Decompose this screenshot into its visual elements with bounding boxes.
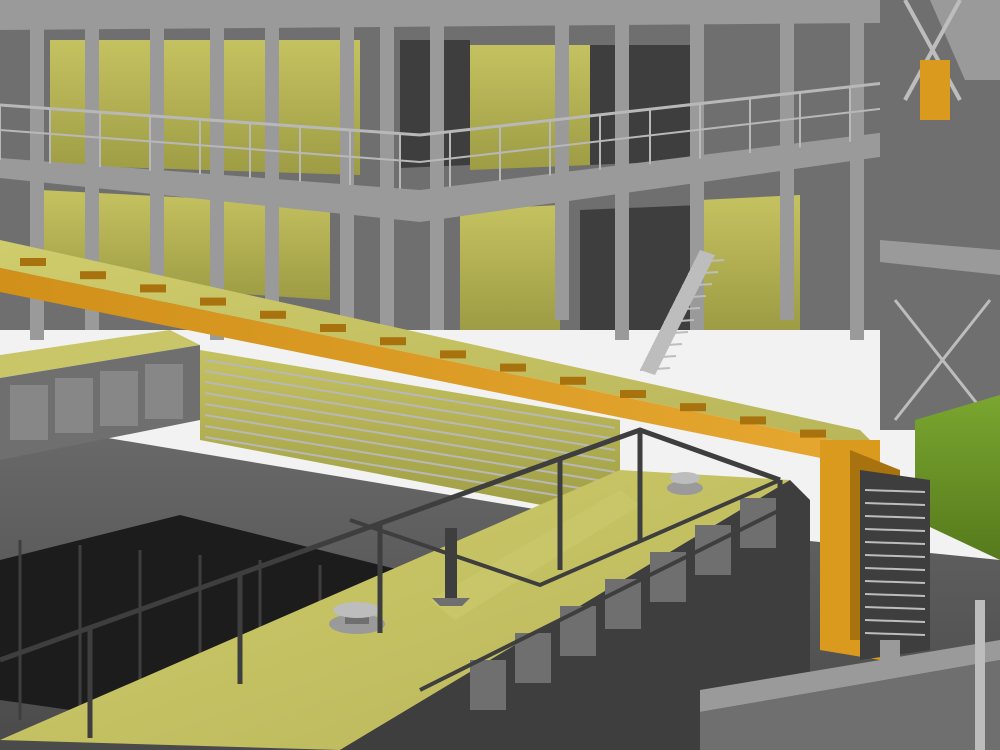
left-box-panel — [100, 371, 138, 426]
conveyor-tooth — [740, 416, 766, 425]
cap-right-top — [670, 472, 700, 484]
structure-column — [265, 20, 279, 330]
structure-column — [340, 20, 354, 320]
structure-column — [850, 20, 864, 340]
conveyor-tooth — [140, 284, 166, 293]
conveyor-tooth — [20, 258, 46, 266]
conveyor-tooth — [560, 376, 586, 385]
right-tower — [880, 0, 1000, 430]
yellow-wall-panel-lower-mid — [460, 205, 560, 330]
conveyor-tooth — [440, 350, 466, 359]
conveyor-tooth — [680, 403, 706, 412]
right-tower-orange-panel — [920, 60, 950, 120]
conveyor-tooth — [200, 297, 226, 306]
foreground-side-panel — [560, 606, 596, 656]
right-machine — [860, 470, 930, 665]
spout-pipe — [445, 528, 457, 598]
cap-left-top — [333, 602, 381, 618]
structure-column — [615, 20, 629, 340]
left-box-panel — [10, 385, 48, 440]
yellow-wall-panel-upper-mid — [470, 45, 590, 170]
conveyor-tooth — [260, 310, 286, 319]
viewport — [0, 0, 1000, 750]
left-box-panel — [55, 378, 93, 433]
structure-column — [430, 20, 444, 330]
structure-column — [780, 20, 794, 320]
foreground-side-panel — [470, 660, 506, 710]
conveyor-tooth — [800, 429, 826, 438]
conveyor-tooth — [500, 363, 526, 372]
conveyor-tooth — [80, 271, 106, 280]
floor-right-post — [975, 600, 985, 750]
structure-column — [555, 20, 569, 320]
conveyor-tooth — [380, 337, 406, 346]
industrial-plant-3d-render — [0, 0, 1000, 750]
left-box-panel — [145, 364, 183, 419]
conveyor-tooth — [320, 324, 346, 332]
structure-column — [380, 20, 394, 340]
right-machine-face — [860, 470, 930, 660]
conveyor-tooth — [620, 390, 646, 398]
